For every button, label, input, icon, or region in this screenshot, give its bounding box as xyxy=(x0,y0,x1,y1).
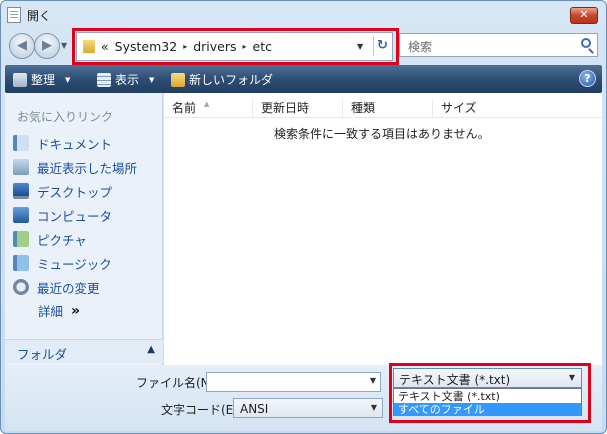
pictures-icon xyxy=(13,231,29,247)
folders-label: フォルダ xyxy=(17,347,68,362)
window-title: 開く xyxy=(27,9,52,23)
encoding-label: 文字コード(E): xyxy=(161,403,242,417)
column-header-date-modified[interactable]: 更新日時 xyxy=(252,99,309,117)
search-placeholder: 検索 xyxy=(408,40,433,54)
chevron-right-icon[interactable]: ▸ xyxy=(183,42,187,51)
filename-dropdown-icon[interactable]: ▼ xyxy=(370,376,376,385)
filename-input[interactable]: ▼ xyxy=(206,372,381,392)
column-header-name[interactable]: 名前 ▲ xyxy=(164,99,209,117)
new-folder-button[interactable]: 新しいフォルダ xyxy=(171,71,273,88)
computer-icon xyxy=(13,207,29,223)
command-toolbar: 整理 ▼ 表示 ▼ 新しいフォルダ ? xyxy=(5,65,602,93)
column-header-size[interactable]: サイズ xyxy=(432,99,477,117)
organize-icon xyxy=(13,72,27,87)
folders-toggle-bar[interactable]: フォルダ ▲ xyxy=(5,339,163,363)
encoding-dropdown-icon: ▼ xyxy=(370,403,377,412)
file-type-option-all-files[interactable]: すべてのファイル xyxy=(394,403,581,416)
sidebar-item-label: コンピュータ xyxy=(37,208,113,224)
file-type-options-list: テキスト文書 (*.txt) すべてのファイル xyxy=(393,388,582,416)
new-folder-icon xyxy=(171,72,185,87)
breadcrumb-overflow-button[interactable]: « xyxy=(101,39,109,54)
refresh-icon[interactable]: ↻ xyxy=(373,36,391,56)
file-type-selected-value: テキスト文書 (*.txt) xyxy=(399,373,511,387)
chevron-down-icon: ▼ xyxy=(65,75,71,84)
sidebar-item-documents[interactable]: ドキュメント xyxy=(13,133,112,153)
folder-icon xyxy=(83,40,95,53)
breadcrumb: « System32 ▸ drivers ▸ etc xyxy=(101,39,272,54)
documents-icon xyxy=(13,135,29,151)
chevron-down-icon: ▼ xyxy=(149,75,155,84)
help-icon[interactable]: ? xyxy=(579,70,596,87)
file-type-dropdown-icon: ▼ xyxy=(568,373,575,382)
chevron-up-icon[interactable]: ▲ xyxy=(147,344,155,355)
sidebar-item-label: ミュージック xyxy=(37,256,112,272)
file-type-option-text[interactable]: テキスト文書 (*.txt) xyxy=(394,390,581,403)
sidebar-item-pictures[interactable]: ピクチャ xyxy=(13,229,87,249)
search-icon[interactable] xyxy=(581,38,591,48)
title-bar[interactable]: 開く ✕ xyxy=(1,1,606,29)
sidebar-item-music[interactable]: ミュージック xyxy=(13,253,112,273)
recent-changes-icon xyxy=(13,279,29,295)
organize-label: 整理 xyxy=(31,73,56,87)
breadcrumb-segment-etc[interactable]: etc xyxy=(253,39,272,54)
favorite-links-header: お気に入りリンク xyxy=(17,110,114,124)
sidebar-item-label: 最近の変更 xyxy=(37,280,100,296)
column-headers: 名前 ▲ 更新日時 種類 サイズ xyxy=(164,93,602,118)
sort-ascending-icon: ▲ xyxy=(204,100,210,108)
sidebar-item-computer[interactable]: コンピュータ xyxy=(13,205,112,225)
desktop-icon xyxy=(13,183,29,199)
sidebar-item-label: デスクトップ xyxy=(37,184,113,200)
navigation-pane: お気に入りリンク ドキュメント 最近表示した場所 デスクトップ コンピュータ ピ… xyxy=(5,93,163,365)
search-input[interactable]: 検索 xyxy=(399,33,598,57)
sidebar-item-label: ピクチャ xyxy=(37,232,87,248)
organize-button[interactable]: 整理 ▼ xyxy=(13,71,70,88)
back-button[interactable]: ◀ xyxy=(9,33,35,59)
column-header-label: サイズ xyxy=(441,101,477,115)
open-dialog-window: 開く ✕ ◀ ▶ ▼ « System32 ▸ drivers ▸ etc ▼ … xyxy=(0,0,607,434)
sidebar-item-label: ドキュメント xyxy=(37,136,113,152)
notepad-icon xyxy=(7,7,21,23)
view-button[interactable]: 表示 ▼ xyxy=(97,71,154,88)
breadcrumb-segment-system32[interactable]: System32 xyxy=(115,39,178,54)
view-label: 表示 xyxy=(115,73,140,87)
recent-pages-dropdown-icon[interactable]: ▼ xyxy=(61,41,67,50)
encoding-select[interactable]: ANSI ▼ xyxy=(233,398,383,418)
forward-button[interactable]: ▶ xyxy=(34,33,60,59)
new-folder-label: 新しいフォルダ xyxy=(189,73,274,87)
music-icon xyxy=(13,255,29,271)
column-header-type[interactable]: 種類 xyxy=(342,99,375,117)
more-links-label: 詳細 xyxy=(38,304,64,319)
empty-results-message: 検索条件に一致する項目はありません。 xyxy=(274,127,490,141)
column-header-label: 種類 xyxy=(351,101,376,115)
breadcrumb-segment-drivers[interactable]: drivers xyxy=(193,39,236,54)
sidebar-item-desktop[interactable]: デスクトップ xyxy=(13,181,112,201)
sidebar-item-recent-places[interactable]: 最近表示した場所 xyxy=(13,157,137,177)
recent-places-icon xyxy=(13,159,29,175)
sidebar-item-recent-changes[interactable]: 最近の変更 xyxy=(13,277,100,297)
close-button[interactable]: ✕ xyxy=(570,7,598,24)
column-header-label: 名前 xyxy=(172,101,197,115)
view-icon xyxy=(97,72,111,87)
encoding-value: ANSI xyxy=(240,402,269,416)
more-links-button[interactable]: 詳細 » xyxy=(38,301,80,320)
address-bar[interactable]: « System32 ▸ drivers ▸ etc ▼ ↻ xyxy=(76,32,393,61)
file-list[interactable]: 名前 ▲ 更新日時 種類 サイズ 検索条件に一致する項目はありません。 xyxy=(164,93,602,365)
chevron-right-icon[interactable]: ▸ xyxy=(243,42,247,51)
sidebar-item-label: 最近表示した場所 xyxy=(37,160,138,176)
file-type-select[interactable]: テキスト文書 (*.txt) ▼ xyxy=(393,368,582,388)
double-chevron-icon: » xyxy=(71,302,81,319)
column-header-label: 更新日時 xyxy=(261,101,310,115)
address-dropdown-icon[interactable]: ▼ xyxy=(357,42,363,51)
